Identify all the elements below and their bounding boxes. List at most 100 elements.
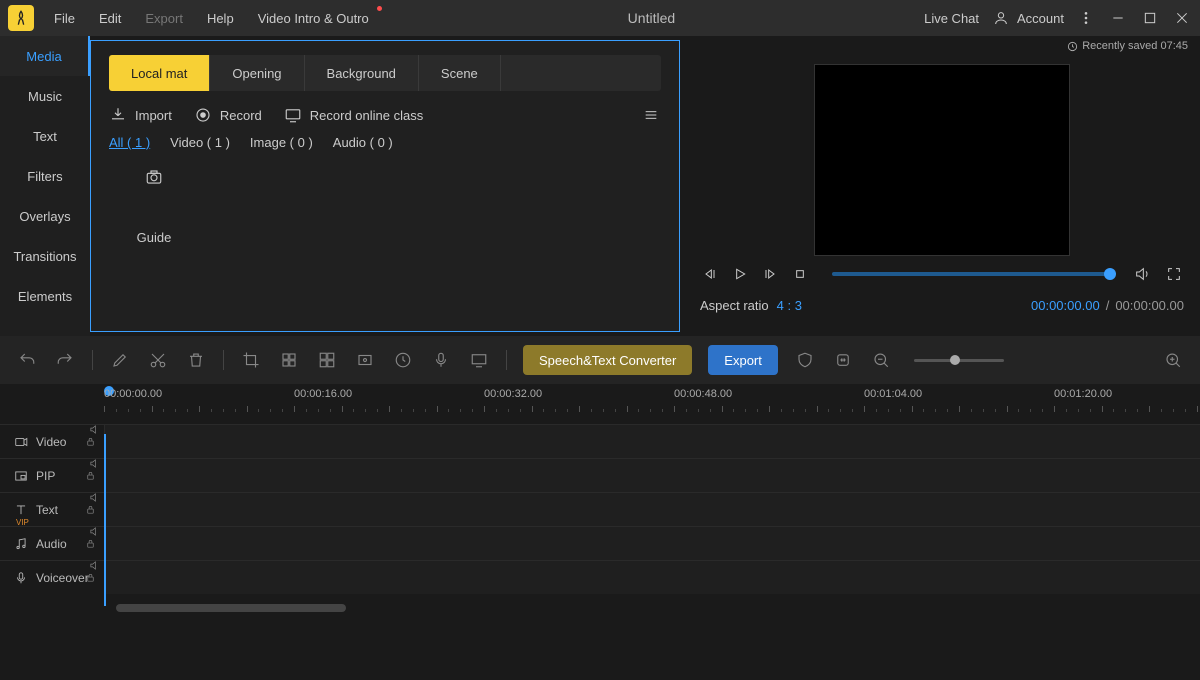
mosaic-button[interactable] <box>278 349 300 371</box>
timeline-ruler[interactable]: 00:00:00.0000:00:16.0000:00:32.0000:00:4… <box>104 384 1200 424</box>
account-label: Account <box>1017 11 1064 26</box>
sidebar-item-media[interactable]: Media <box>0 36 90 76</box>
crop-button[interactable] <box>240 349 262 371</box>
record-button[interactable]: Record <box>194 106 262 124</box>
filter-video[interactable]: Video ( 1 ) <box>170 135 230 150</box>
maximize-button[interactable] <box>1140 8 1160 28</box>
track-body[interactable] <box>104 493 1200 526</box>
edit-button[interactable] <box>109 349 131 371</box>
tab-background[interactable]: Background <box>305 55 419 91</box>
time-sep: / <box>1106 298 1110 313</box>
menu-edit[interactable]: Edit <box>89 7 131 30</box>
aspect-value[interactable]: 4 : 3 <box>777 298 802 313</box>
export-button[interactable]: Export <box>708 345 778 375</box>
import-button[interactable]: Import <box>109 106 172 124</box>
record-online-label: Record online class <box>310 108 423 123</box>
media-item-label: Guide <box>137 230 172 245</box>
track-body[interactable] <box>104 561 1200 594</box>
close-button[interactable] <box>1172 8 1192 28</box>
tab-opening[interactable]: Opening <box>210 55 304 91</box>
preview-panel: Recently saved 07:45 Aspect ratio 4 : 3 … <box>684 36 1200 336</box>
filter-image[interactable]: Image ( 0 ) <box>250 135 313 150</box>
track-body[interactable] <box>104 459 1200 492</box>
sidebar-item-music[interactable]: Music <box>0 76 90 116</box>
track-video[interactable]: Video <box>0 424 1200 458</box>
track-lock-icon[interactable] <box>80 436 100 447</box>
voiceover-button[interactable] <box>430 349 452 371</box>
track-label-audio: Audio <box>0 527 104 560</box>
track-lock-icon[interactable] <box>80 572 100 583</box>
split-button[interactable] <box>316 349 338 371</box>
import-label: Import <box>135 108 172 123</box>
next-frame-button[interactable] <box>760 264 780 284</box>
import-icon <box>109 106 127 124</box>
sidebar-item-transitions[interactable]: Transitions <box>0 236 90 276</box>
list-view-icon[interactable] <box>641 105 661 125</box>
track-audio[interactable]: Audio <box>0 526 1200 560</box>
redo-button[interactable] <box>54 349 76 371</box>
tab-scene[interactable]: Scene <box>419 55 501 91</box>
left-sidebar: Media Music Text Filters Overlays Transi… <box>0 36 90 336</box>
sidebar-item-text[interactable]: Text <box>0 116 90 156</box>
play-button[interactable] <box>730 264 750 284</box>
sidebar-item-elements[interactable]: Elements <box>0 276 90 316</box>
sidebar-item-filters[interactable]: Filters <box>0 156 90 196</box>
volume-icon[interactable] <box>1132 264 1152 284</box>
screen-record-button[interactable] <box>468 349 490 371</box>
scrollbar-thumb[interactable] <box>116 604 346 612</box>
zoom-slider[interactable] <box>914 359 1004 362</box>
zoom-in-icon[interactable] <box>1162 349 1184 371</box>
prev-frame-button[interactable] <box>700 264 720 284</box>
zoom-out-icon[interactable] <box>870 349 892 371</box>
menu-intro-outro[interactable]: Video Intro & Outro <box>248 7 379 30</box>
menu-help[interactable]: Help <box>197 7 244 30</box>
minimize-button[interactable] <box>1108 8 1128 28</box>
record-label: Record <box>220 108 262 123</box>
save-status: Recently saved 07:45 <box>1067 40 1188 52</box>
record-online-button[interactable]: Record online class <box>284 106 423 124</box>
ruler-label: 00:00:48.00 <box>674 388 732 400</box>
fit-width-icon[interactable] <box>832 349 854 371</box>
media-item-guide[interactable]: Guide <box>109 168 199 245</box>
account-menu[interactable]: Account <box>991 8 1064 28</box>
track-text[interactable]: TextVIP <box>0 492 1200 526</box>
freeze-frame-button[interactable] <box>354 349 376 371</box>
track-pip[interactable]: PIP <box>0 458 1200 492</box>
track-lock-icon[interactable] <box>80 538 100 549</box>
zoom-knob[interactable] <box>950 355 960 365</box>
playhead-line[interactable] <box>104 434 106 606</box>
aspect-label: Aspect ratio <box>700 298 769 313</box>
track-body[interactable] <box>104 425 1200 458</box>
time-current: 00:00:00.00 <box>1031 298 1100 313</box>
live-chat-link[interactable]: Live Chat <box>924 11 979 26</box>
track-lock-icon[interactable] <box>80 504 100 515</box>
timeline-scrollbar[interactable] <box>104 604 1200 614</box>
menu-file[interactable]: File <box>44 7 85 30</box>
track-body[interactable] <box>104 527 1200 560</box>
speech-text-button[interactable]: Speech&Text Converter <box>523 345 692 375</box>
stop-button[interactable] <box>790 264 810 284</box>
delete-button[interactable] <box>185 349 207 371</box>
ruler-label: 00:00:00.00 <box>104 388 162 400</box>
seek-knob[interactable] <box>1104 268 1116 280</box>
filter-all[interactable]: All ( 1 ) <box>109 135 150 150</box>
seek-bar[interactable] <box>832 272 1110 276</box>
preview-video[interactable] <box>814 64 1070 256</box>
track-voiceover[interactable]: Voiceover <box>0 560 1200 594</box>
shield-icon[interactable] <box>794 349 816 371</box>
timeline-toolbar: Speech&Text Converter Export <box>0 336 1200 384</box>
fullscreen-icon[interactable] <box>1164 264 1184 284</box>
sidebar-item-overlays[interactable]: Overlays <box>0 196 90 236</box>
more-icon[interactable] <box>1076 8 1096 28</box>
undo-button[interactable] <box>16 349 38 371</box>
record-icon <box>194 106 212 124</box>
ruler-label: 00:01:04.00 <box>864 388 922 400</box>
menu-export[interactable]: Export <box>135 7 193 30</box>
filter-audio[interactable]: Audio ( 0 ) <box>333 135 393 150</box>
tab-local-mat[interactable]: Local mat <box>109 55 210 91</box>
camera-icon <box>145 168 163 186</box>
duration-button[interactable] <box>392 349 414 371</box>
track-lock-icon[interactable] <box>80 470 100 481</box>
cut-button[interactable] <box>147 349 169 371</box>
track-label-pip: PIP <box>0 459 104 492</box>
